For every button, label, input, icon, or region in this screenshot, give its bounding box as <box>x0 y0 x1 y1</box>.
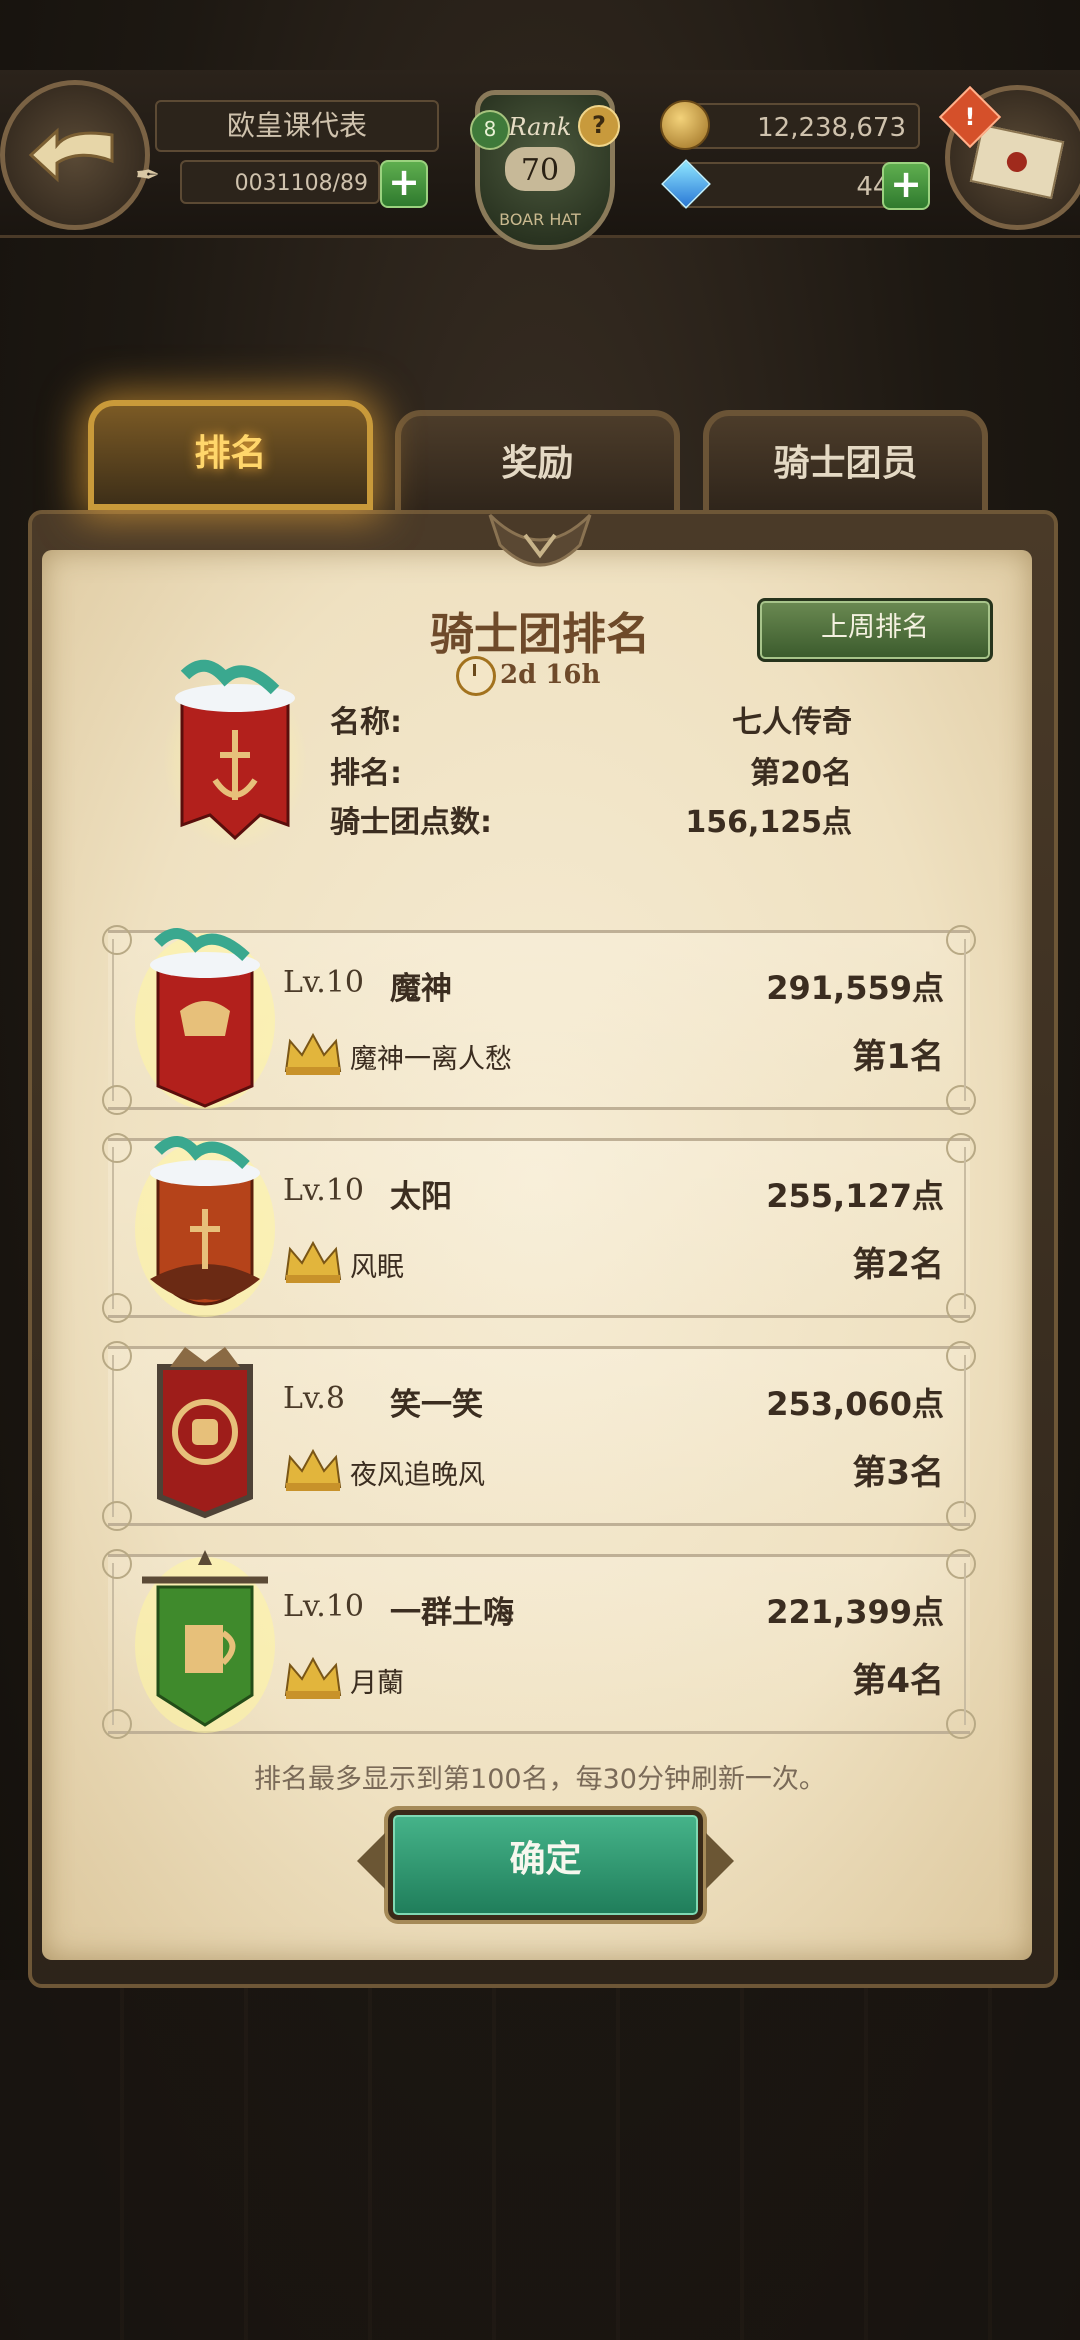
guild-level: Lv.10 <box>283 1589 365 1624</box>
gold-coin-icon <box>660 100 710 150</box>
rank-level: 70 <box>520 153 560 188</box>
rank-emblem[interactable]: Rank 70 BOAR HAT 8 ? <box>450 75 630 265</box>
rank-badge: 8 <box>470 110 510 150</box>
guild-points: 255,127点 <box>766 1177 944 1215</box>
countdown-timer: 2d 16h <box>500 660 601 690</box>
ranking-row[interactable]: Lv.10 魔神 291,559点 魔神一离人愁 第1名 <box>102 925 976 1115</box>
guild-name: 一群土嗨 <box>390 1595 514 1631</box>
confirm-button-label: 确定 <box>509 1839 582 1880</box>
guild-place: 第3名 <box>852 1453 944 1493</box>
green-mug-banner-icon <box>135 1550 275 1733</box>
guild-leader: 风眠 <box>350 1252 404 1283</box>
last-week-ranking-button[interactable]: 上周排名 <box>757 598 993 662</box>
ranking-note: 排名最多显示到第100名，每30分钟刷新一次。 <box>254 1764 826 1795</box>
my-guild-banner-icon <box>163 659 307 850</box>
stamina-counter: 0031108/89 <box>180 160 380 204</box>
ranking-row[interactable]: Lv.10 一群土嗨 221,399点 月蘭 第4名 <box>102 1549 976 1739</box>
guild-leader: 魔神一离人愁 <box>350 1044 512 1075</box>
back-button[interactable] <box>0 80 150 230</box>
my-guild-name-label: 名称: <box>330 705 402 740</box>
red-dragon-banner-icon <box>135 928 275 1109</box>
guild-place: 第2名 <box>852 1245 944 1285</box>
guild-place: 第4名 <box>852 1661 944 1701</box>
my-guild-points-label: 骑士团点数: <box>330 805 492 840</box>
orange-dragon-banner-icon <box>135 1136 275 1317</box>
crown-icon <box>284 1448 342 1491</box>
panel-title: 骑士团排名 <box>430 609 650 660</box>
add-gems-button[interactable]: + <box>882 162 930 210</box>
confirm-button[interactable]: 确定 <box>357 1810 734 1920</box>
guild-level: Lv.10 <box>283 965 365 1000</box>
back-arrow-icon <box>28 127 114 183</box>
guild-leader: 月蘭 <box>350 1668 404 1699</box>
guild-place: 第1名 <box>852 1037 944 1077</box>
my-guild-name-value: 七人传奇 <box>732 705 852 740</box>
red-fist-banner-icon <box>157 1347 253 1519</box>
player-name: 欧皇课代表 <box>155 100 439 152</box>
crown-icon <box>284 1240 342 1283</box>
crown-icon <box>284 1656 342 1699</box>
help-icon[interactable]: ? <box>578 105 620 147</box>
add-stamina-button[interactable]: + <box>380 160 428 208</box>
panel-ornament-icon <box>488 513 592 567</box>
guild-name: 魔神 <box>390 971 452 1007</box>
my-guild-rank-value: 第20名 <box>750 756 852 791</box>
guild-points: 253,060点 <box>766 1385 944 1423</box>
quill-icon: ✒ <box>135 158 161 193</box>
guild-leader: 夜风追晚风 <box>350 1460 485 1491</box>
guild-level: Lv.10 <box>283 1173 365 1208</box>
tab-rewards[interactable]: 奖励 <box>395 410 680 520</box>
crown-icon <box>284 1032 342 1075</box>
gold-counter: 12,238,673 <box>680 103 920 149</box>
guild-name: 笑一笑 <box>390 1387 483 1423</box>
ranking-row[interactable]: Lv.10 太阳 255,127点 风眠 第2名 <box>102 1133 976 1323</box>
guild-points: 291,559点 <box>766 969 944 1007</box>
ranking-row[interactable]: Lv.8 笑一笑 253,060点 夜风追晚风 第3名 <box>102 1341 976 1531</box>
tab-ranking[interactable]: 排名 <box>88 400 373 510</box>
rank-subtitle: BOAR HAT <box>499 210 581 229</box>
guild-name: 太阳 <box>390 1179 452 1215</box>
tab-members[interactable]: 骑士团员 <box>703 410 988 520</box>
stopwatch-icon <box>456 656 496 696</box>
my-guild-points-value: 156,125点 <box>685 805 852 840</box>
guild-points: 221,399点 <box>766 1593 944 1631</box>
guild-level: Lv.8 <box>283 1381 345 1416</box>
my-guild-rank-label: 排名: <box>330 756 402 791</box>
